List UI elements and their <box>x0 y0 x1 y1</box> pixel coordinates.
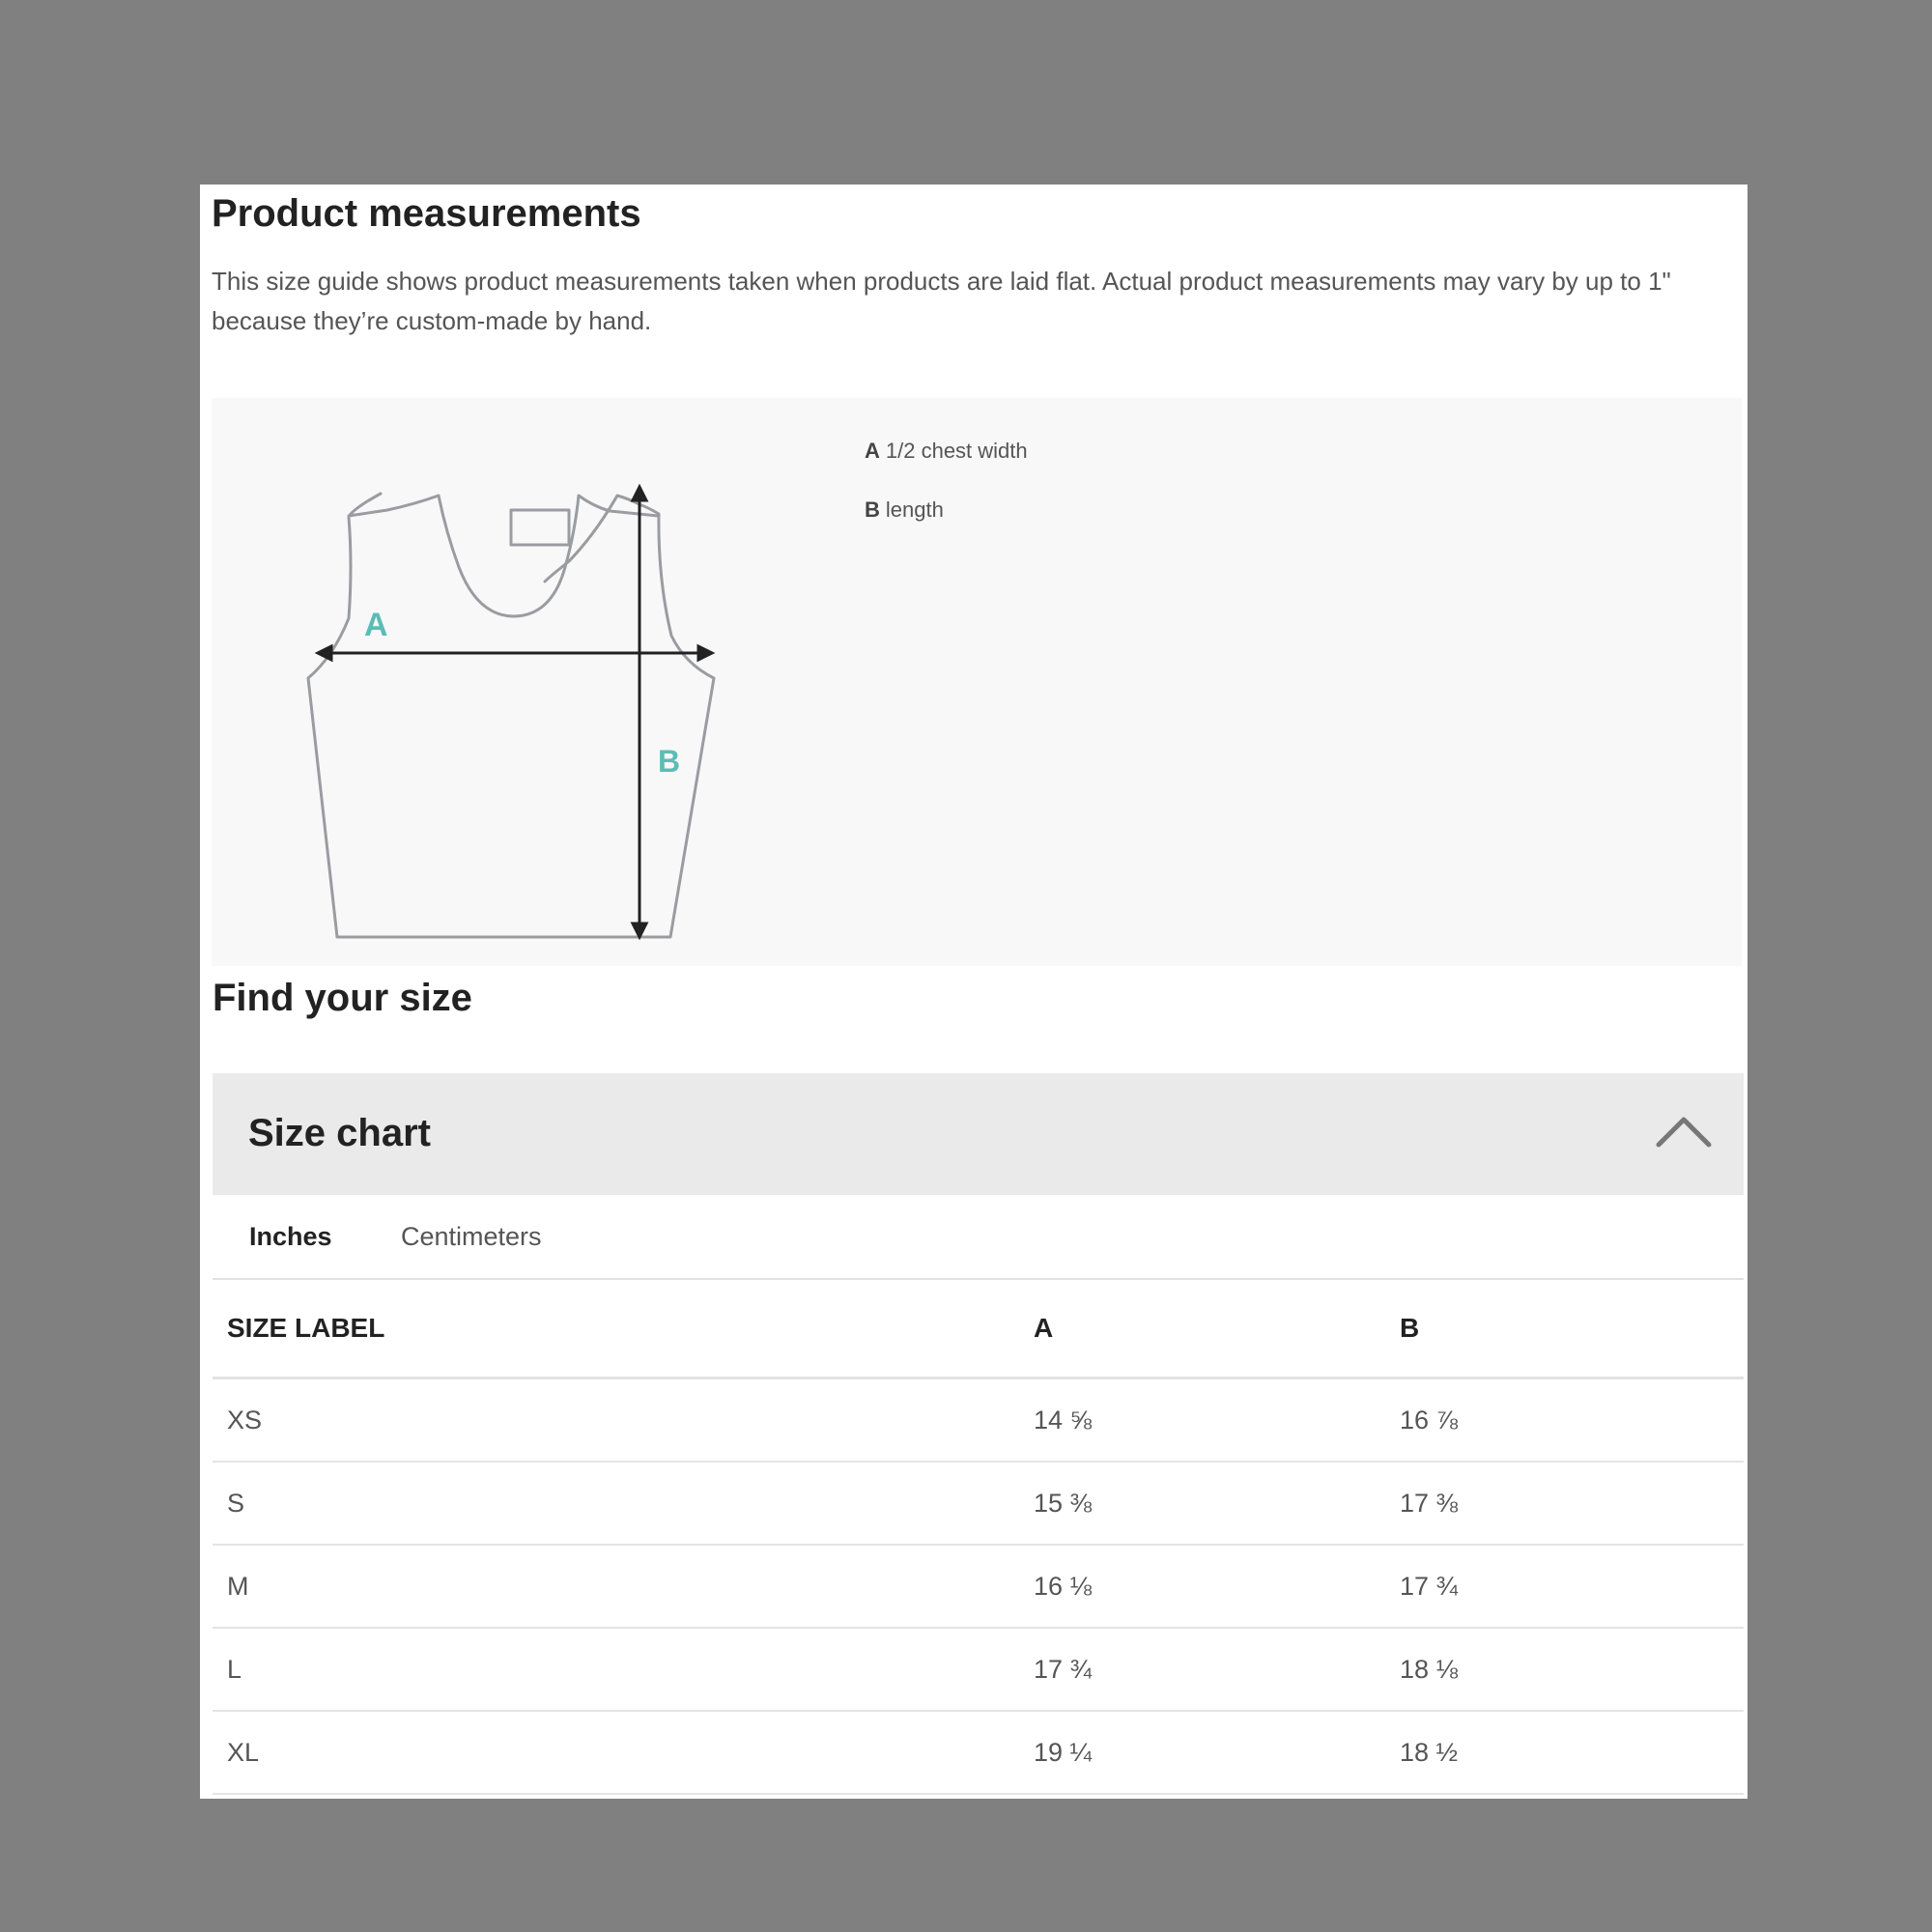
table-header-row: SIZE LABEL A B <box>213 1280 1744 1379</box>
table-row: S 15 ⅜ 17 ⅜ <box>213 1462 1744 1546</box>
tab-centimeters[interactable]: Centimeters <box>401 1195 542 1278</box>
measurement-legend: A 1/2 chest width Blength <box>865 437 1028 554</box>
neck-label <box>509 508 571 547</box>
size-chart-title: Size chart <box>248 1112 431 1154</box>
size-chart-accordion-header[interactable]: Size chart <box>213 1073 1744 1195</box>
size-label-cell: M <box>213 1545 1019 1629</box>
unit-tabs: Inches Centimeters <box>213 1195 1744 1280</box>
column-header-b: B <box>1385 1280 1744 1379</box>
size-guide-panel: Product measurements This size guide sho… <box>200 185 1747 1799</box>
size-chart-table: SIZE LABEL A B XS 14 ⅝ 16 ⅞ S 15 ⅜ 17 ⅜ … <box>213 1280 1744 1795</box>
chest-width-marker: A <box>364 607 388 643</box>
tank-top-illustration: A B <box>306 483 716 941</box>
table-row: XL 19 ¼ 18 ½ <box>213 1711 1744 1795</box>
length-marker: B <box>658 744 680 779</box>
size-label-cell: XS <box>213 1378 1019 1463</box>
column-header-size-label: SIZE LABEL <box>213 1280 1019 1379</box>
legend-text: 1/2 chest width <box>885 439 1028 463</box>
find-size-title: Find your size <box>213 977 472 1019</box>
size-guide-intro: This size guide shows product measuremen… <box>212 267 1671 335</box>
legend-key: B <box>865 497 880 522</box>
legend-text: length <box>885 497 944 522</box>
legend-key: A <box>865 439 880 463</box>
measurement-b-cell: 17 ⅜ <box>1385 1462 1744 1546</box>
page-title: Product measurements <box>212 192 641 235</box>
legend-item-b: Blength <box>865 496 1028 554</box>
table-row: L 17 ¾ 18 ⅛ <box>213 1628 1744 1712</box>
size-label-cell: XL <box>213 1711 1019 1795</box>
chevron-up-icon[interactable] <box>1655 1114 1713 1149</box>
measurement-a-cell: 17 ¾ <box>1019 1628 1385 1712</box>
table-row: M 16 ⅛ 17 ¾ <box>213 1545 1744 1629</box>
measurement-diagram: A B A 1/2 chest width Blength <box>212 398 1742 966</box>
column-header-a: A <box>1019 1280 1385 1379</box>
measurement-b-cell: 18 ½ <box>1385 1711 1744 1795</box>
measurement-b-cell: 16 ⅞ <box>1385 1378 1744 1463</box>
table-row: XS 14 ⅝ 16 ⅞ <box>213 1378 1744 1463</box>
size-label-cell: L <box>213 1628 1019 1712</box>
garment-outline <box>306 492 716 939</box>
measurement-a-cell: 16 ⅛ <box>1019 1545 1385 1629</box>
measurement-b-cell: 18 ⅛ <box>1385 1628 1744 1712</box>
measurement-a-cell: 15 ⅜ <box>1019 1462 1385 1546</box>
measurement-a-cell: 14 ⅝ <box>1019 1378 1385 1463</box>
legend-item-a: A 1/2 chest width <box>865 437 1028 496</box>
measurement-a-cell: 19 ¼ <box>1019 1711 1385 1795</box>
tab-inches[interactable]: Inches <box>249 1195 332 1278</box>
measurement-b-cell: 17 ¾ <box>1385 1545 1744 1629</box>
size-label-cell: S <box>213 1462 1019 1546</box>
